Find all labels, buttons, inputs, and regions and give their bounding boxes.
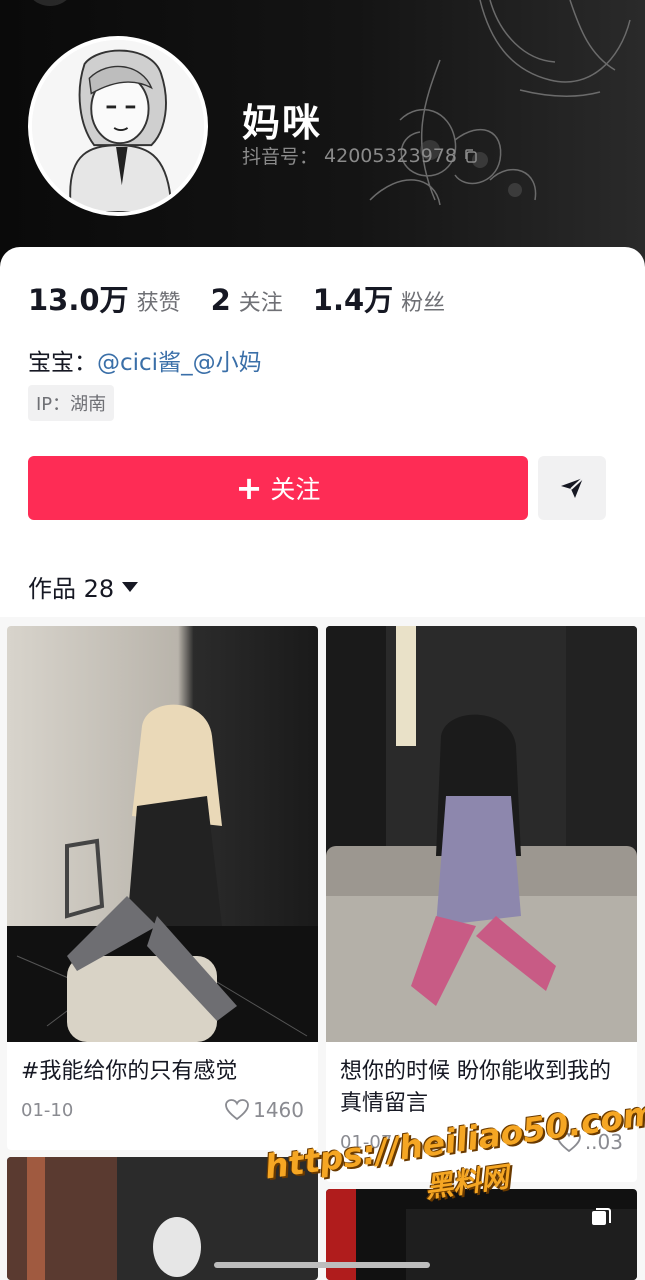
header-background-art: [369, 0, 631, 206]
stat-following-label: 关注: [238, 291, 283, 316]
video-thumbnail-image: [326, 626, 637, 1042]
video-thumbnail[interactable]: [326, 626, 637, 1042]
tab-works[interactable]: 作品 28: [28, 569, 139, 604]
heart-icon: [225, 1099, 249, 1121]
video-likes-count: 1460: [253, 1098, 304, 1122]
profile-nickname: 妈咪: [242, 101, 323, 145]
video-thumbnail[interactable]: [7, 626, 318, 1042]
douyin-id-value: 42005323978: [324, 144, 457, 167]
profile-header: 妈咪 抖音号： 42005323978: [0, 0, 645, 262]
send-icon: [561, 477, 584, 498]
video-date: 01-10: [21, 1099, 74, 1121]
stat-followers-value: 1.4万: [312, 283, 394, 317]
multi-image-icon: [592, 1208, 611, 1225]
stat-likes[interactable]: 13.0万 获赞: [28, 277, 181, 319]
tab-works-label: 作品 28: [28, 575, 115, 603]
share-button[interactable]: [538, 456, 606, 520]
avatar[interactable]: [28, 36, 208, 216]
stat-followers-label: 粉丝: [401, 291, 446, 316]
follow-button-label: 关注: [270, 475, 321, 504]
caret-down-icon: [122, 581, 139, 592]
video-thumbnail-image: [7, 626, 318, 1042]
bio-mentions[interactable]: @cici酱_@小妈: [97, 350, 262, 376]
ip-location-tag: IP：湖南: [28, 385, 115, 421]
profile-bio: 宝宝：@cici酱_@小妈: [28, 343, 262, 377]
stat-following-value: 2: [210, 283, 231, 317]
stat-likes-value: 13.0万: [28, 283, 129, 317]
plus-icon: +: [235, 469, 263, 507]
profile-stats: 13.0万 获赞 2 关注 1.4万 粉丝: [28, 277, 475, 319]
copy-icon[interactable]: [463, 148, 479, 164]
follow-button[interactable]: + 关注: [28, 456, 528, 520]
video-title: #我能给你的只有感觉: [21, 1059, 238, 1084]
bio-prefix: 宝宝：: [28, 350, 97, 376]
home-indicator: [214, 1262, 430, 1268]
stat-likes-label: 获赞: [136, 291, 181, 316]
avatar-illustration: [32, 40, 204, 212]
stat-following[interactable]: 2 关注: [211, 283, 283, 317]
douyin-id-row: 抖音号： 42005323978: [242, 142, 479, 169]
video-likes: 1460: [225, 1098, 304, 1122]
back-button[interactable]: [24, 0, 76, 6]
video-meta: 01-10 1460: [7, 1088, 318, 1122]
video-card[interactable]: 想你的时候 盼你能收到我的真情留言 01-07 ..03: [326, 626, 637, 1182]
video-card[interactable]: #我能给你的只有感觉 01-10 1460: [7, 626, 318, 1150]
stat-followers[interactable]: 1.4万 粉丝: [313, 277, 445, 319]
douyin-id-label: 抖音号：: [242, 146, 319, 168]
